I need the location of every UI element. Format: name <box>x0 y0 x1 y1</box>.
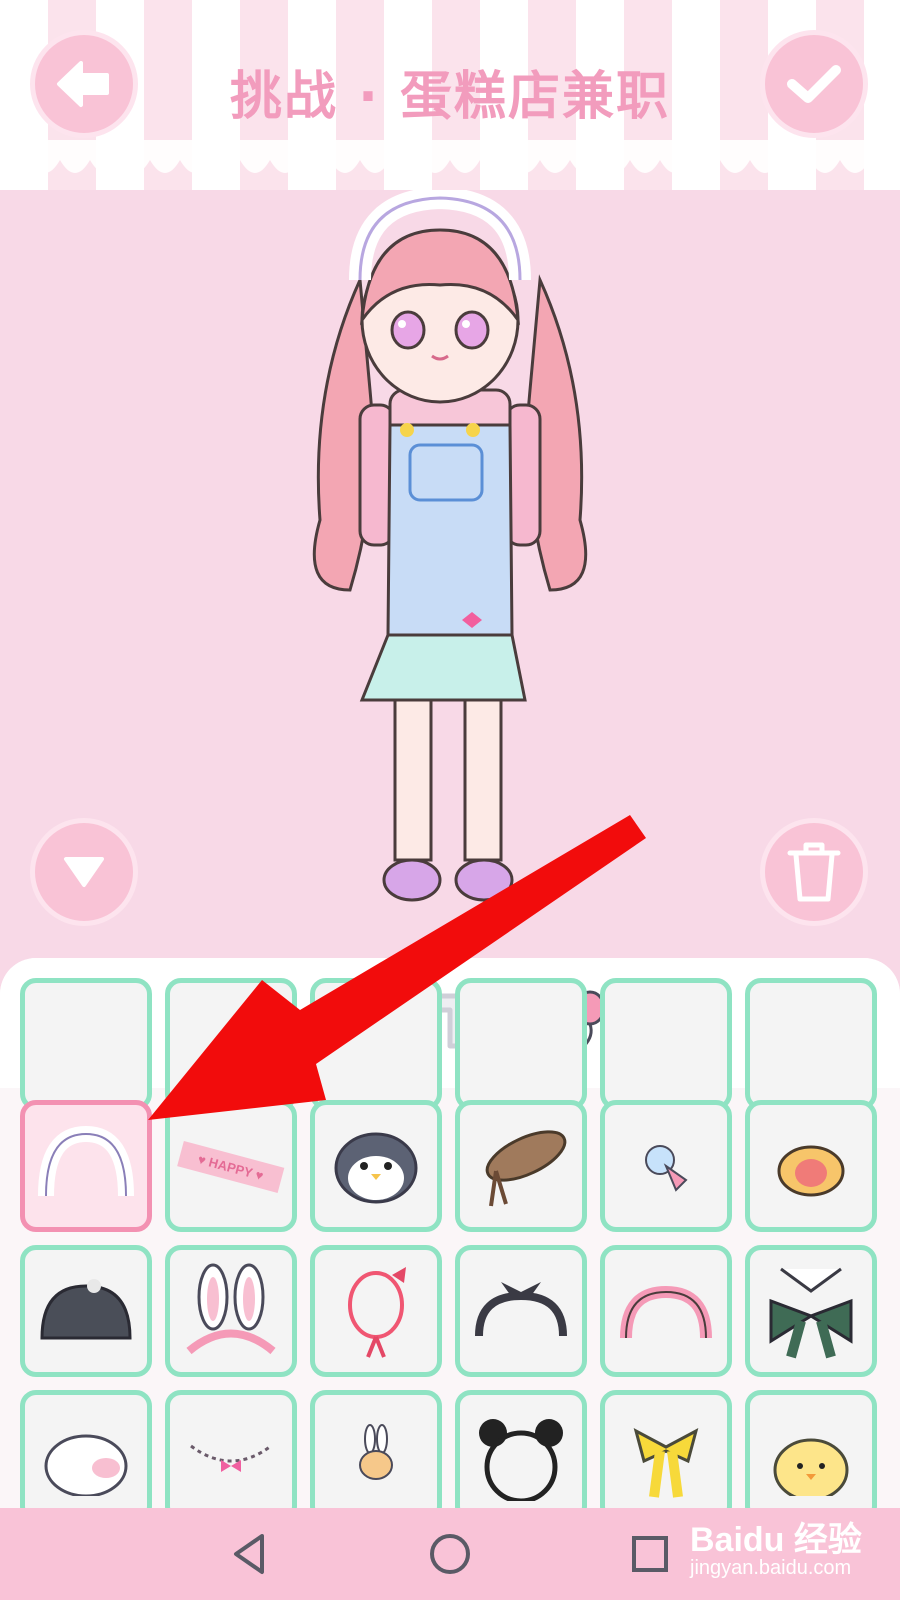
item-yellow-bow[interactable] <box>600 1390 732 1508</box>
bandana-icon <box>475 1282 567 1337</box>
watermark-logo: Baidu 经验 <box>690 1521 862 1559</box>
lace-headband-icon <box>38 1126 134 1197</box>
delete-button[interactable] <box>760 818 868 926</box>
item-crown-clip[interactable] <box>745 1100 877 1232</box>
item-pink-headband[interactable] <box>600 1245 732 1377</box>
item-ribbon-hat[interactable] <box>455 1100 587 1232</box>
pig-hat-icon <box>44 1434 128 1496</box>
item-bandana-headband[interactable] <box>455 1245 587 1377</box>
item-red-bow-headband[interactable] <box>310 1245 442 1377</box>
chick-hat-icon <box>773 1438 849 1496</box>
item-lace-headband[interactable] <box>20 1100 152 1232</box>
item-bow-chain[interactable] <box>165 1390 297 1508</box>
ice-cream-icon <box>645 1145 688 1192</box>
pink-headband-icon <box>620 1285 712 1339</box>
nav-recents-button[interactable] <box>622 1526 678 1582</box>
striped-bow-icon <box>769 1267 853 1359</box>
item-panda-headband[interactable] <box>455 1390 587 1508</box>
nav-back-button[interactable] <box>222 1526 278 1582</box>
nav-home-button[interactable] <box>422 1526 478 1582</box>
item-happy-tape[interactable]: ♥ HAPPY ♥ <box>165 1100 297 1232</box>
item-cell[interactable] <box>745 978 877 1110</box>
item-pig-hat[interactable] <box>20 1390 152 1508</box>
nav-back-icon <box>234 1534 264 1574</box>
awning-scallop <box>0 140 900 173</box>
red-bow-headband-icon <box>348 1267 406 1358</box>
arrow-left-icon <box>57 61 109 107</box>
nav-recents-icon <box>632 1536 668 1572</box>
beanie-icon <box>40 1279 132 1340</box>
triangle-down-icon <box>64 857 104 887</box>
item-cell[interactable] <box>600 978 732 1110</box>
baidu-watermark: Baidu 经验 jingyan.baidu.com <box>690 1512 890 1592</box>
item-cell[interactable] <box>165 978 297 1110</box>
item-cell[interactable] <box>20 978 152 1110</box>
collapse-button[interactable] <box>30 818 138 926</box>
page-title: 挑战 · 蛋糕店兼职 <box>230 67 670 127</box>
item-cell[interactable] <box>310 978 442 1110</box>
confirm-button[interactable] <box>760 30 868 138</box>
crown-icon <box>777 1145 845 1197</box>
item-cell[interactable] <box>455 978 587 1110</box>
nav-home-icon <box>430 1534 470 1574</box>
item-striped-bow[interactable] <box>745 1245 877 1377</box>
character-figure <box>312 190 588 902</box>
happy-tape-icon: ♥ HAPPY ♥ <box>177 1140 285 1193</box>
checkmark-icon <box>787 65 841 103</box>
item-beanie-hat[interactable] <box>20 1245 152 1377</box>
item-bunny-clip[interactable] <box>310 1390 442 1508</box>
penguin-icon <box>334 1132 418 1204</box>
item-chick-hat[interactable] <box>745 1390 877 1508</box>
ribbon-hat-icon <box>485 1130 567 1207</box>
item-grid: ♥ HAPPY ♥ <box>0 978 900 1508</box>
bow-chain-icon <box>190 1444 272 1472</box>
item-penguin[interactable] <box>310 1100 442 1232</box>
bunny-clip-icon <box>359 1424 393 1480</box>
back-button[interactable] <box>30 30 138 138</box>
item-ice-cream-clip[interactable] <box>600 1100 732 1232</box>
item-panel: ♥ HAPPY ♥ <box>0 958 900 1508</box>
trash-icon <box>787 842 841 902</box>
panda-headband-icon <box>479 1419 563 1501</box>
bunny-ears-icon <box>186 1263 276 1355</box>
item-bunny-ears[interactable] <box>165 1245 297 1377</box>
yellow-bow-icon <box>633 1428 699 1498</box>
